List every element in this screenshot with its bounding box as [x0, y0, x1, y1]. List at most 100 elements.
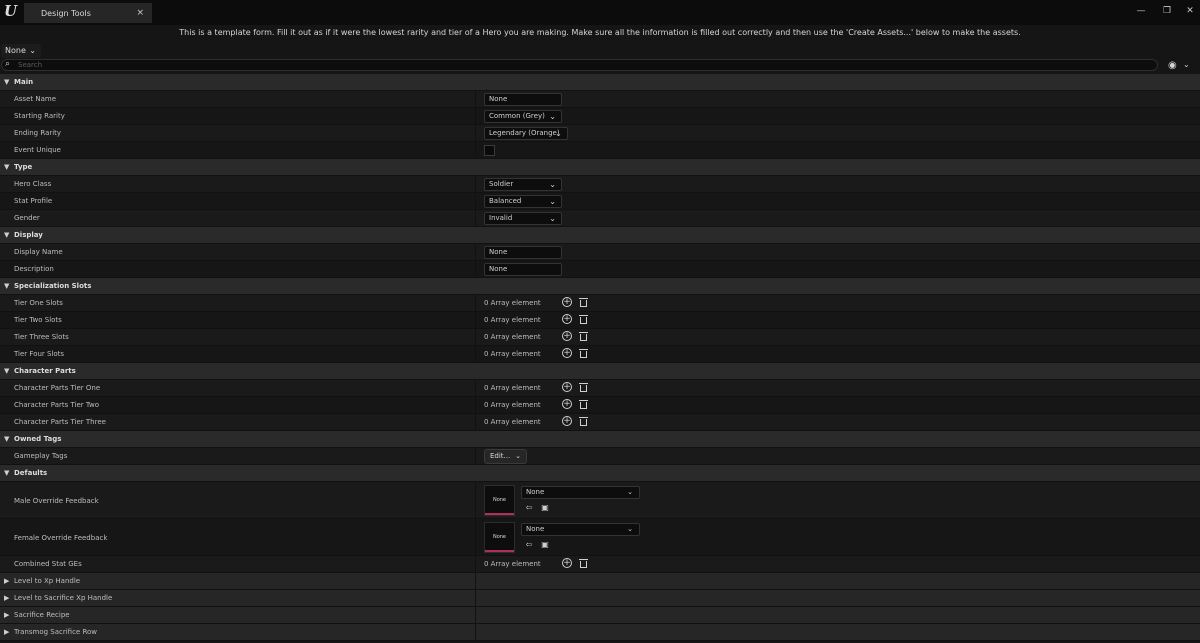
category-defaults[interactable]: ▼ Defaults — [0, 465, 1200, 482]
trash-icon[interactable] — [579, 348, 588, 358]
minimize-button[interactable]: — — [1133, 4, 1149, 18]
property-label: Male Override Feedback — [14, 497, 99, 505]
tab-label: Design Tools — [41, 9, 91, 18]
expand-arrow-icon[interactable]: ▼ — [4, 231, 9, 239]
trash-icon[interactable] — [579, 314, 588, 324]
asset-type-bar — [485, 513, 514, 515]
property-label: Tier Two Slots — [14, 316, 62, 324]
dropdown-value: Invalid — [489, 214, 513, 222]
asset-name-input[interactable]: None — [484, 93, 562, 106]
use-selected-arrow-icon[interactable]: ⇦ — [524, 540, 534, 550]
asset-picker-dropdown[interactable]: None ⌄ — [521, 486, 640, 499]
property-label: Tier Three Slots — [14, 333, 69, 341]
struct-row[interactable]: ▶ Level to Xp Handle — [0, 573, 1200, 590]
browse-folder-icon[interactable]: ▣ — [540, 503, 550, 513]
category-owned-tags[interactable]: ▼ Owned Tags — [0, 431, 1200, 448]
trash-icon[interactable] — [579, 331, 588, 341]
ending-rarity-dropdown[interactable]: Legendary (Orange) ⌄ — [484, 127, 568, 140]
expand-arrow-icon[interactable]: ▶ — [4, 594, 9, 602]
expand-arrow-icon[interactable]: ▼ — [4, 367, 9, 375]
add-element-icon[interactable]: + — [562, 297, 572, 307]
add-element-icon[interactable]: + — [562, 399, 572, 409]
hero-class-dropdown[interactable]: Soldier ⌄ — [484, 178, 562, 191]
asset-picker-dropdown[interactable]: None ⌄ — [521, 523, 640, 536]
struct-row[interactable]: ▶ Sacrifice Recipe — [0, 607, 1200, 624]
filter-combo[interactable]: None ⌄ — [1, 44, 41, 58]
tab-design-tools[interactable]: Design Tools × — [24, 3, 152, 23]
property-label: Ending Rarity — [14, 129, 62, 137]
edit-tags-button[interactable]: Edit... ⌄ — [484, 449, 527, 464]
search-bar[interactable]: ⌕ Search — [1, 59, 1158, 71]
struct-row[interactable]: ▶ Transmog Sacrifice Row — [0, 624, 1200, 641]
browse-folder-icon[interactable]: ▣ — [540, 540, 550, 550]
description-input[interactable]: None — [484, 263, 562, 276]
property-label: Asset Name — [14, 95, 57, 103]
category-display[interactable]: ▼ Display — [0, 227, 1200, 244]
trash-icon[interactable] — [579, 297, 588, 307]
visibility-eye-icon[interactable]: ◉ — [1168, 60, 1177, 71]
add-element-icon[interactable]: + — [562, 382, 572, 392]
search-input[interactable]: Search — [18, 61, 42, 69]
close-tab-icon[interactable]: × — [136, 8, 144, 18]
display-name-input[interactable]: None — [484, 246, 562, 259]
expand-arrow-icon[interactable]: ▼ — [4, 469, 9, 477]
property-row: Starting Rarity Common (Grey) ⌄ — [0, 108, 1200, 125]
category-character-parts[interactable]: ▼ Character Parts — [0, 363, 1200, 380]
trash-icon[interactable] — [579, 416, 588, 426]
property-row: Character Parts Tier Two 0 Array element… — [0, 397, 1200, 414]
property-row: Combined Stat GEs 0 Array element + — [0, 556, 1200, 573]
asset-thumbnail[interactable]: None — [484, 522, 515, 553]
property-row: Female Override Feedback None None ⌄ ⇦ ▣ — [0, 519, 1200, 556]
property-label: Starting Rarity — [14, 112, 65, 120]
chevron-down-icon: ⌄ — [29, 46, 36, 55]
add-element-icon[interactable]: + — [562, 416, 572, 426]
trash-icon[interactable] — [579, 399, 588, 409]
unreal-logo-icon: U — [4, 2, 18, 20]
chevron-down-icon: ⌄ — [555, 129, 562, 138]
property-row: Tier Three Slots 0 Array element + — [0, 329, 1200, 346]
use-selected-arrow-icon[interactable]: ⇦ — [524, 503, 534, 513]
expand-arrow-icon[interactable]: ▶ — [4, 628, 9, 636]
expand-arrow-icon[interactable]: ▼ — [4, 435, 9, 443]
event-unique-checkbox[interactable] — [484, 145, 495, 156]
category-label: Owned Tags — [14, 435, 62, 443]
starting-rarity-dropdown[interactable]: Common (Grey) ⌄ — [484, 110, 562, 123]
visibility-chevron-down-icon[interactable]: ⌄ — [1183, 60, 1190, 69]
property-label: Event Unique — [14, 146, 61, 154]
chevron-down-icon: ⌄ — [549, 180, 556, 189]
property-label: Tier One Slots — [14, 299, 63, 307]
struct-row[interactable]: ▶ Level to Sacrifice Xp Handle — [0, 590, 1200, 607]
trash-icon[interactable] — [579, 558, 588, 568]
expand-arrow-icon[interactable]: ▶ — [4, 577, 9, 585]
category-label: Specialization Slots — [14, 282, 92, 290]
chevron-down-icon: ⌄ — [627, 525, 633, 533]
gender-dropdown[interactable]: Invalid ⌄ — [484, 212, 562, 225]
add-element-icon[interactable]: + — [562, 348, 572, 358]
add-element-icon[interactable]: + — [562, 314, 572, 324]
add-element-icon[interactable]: + — [562, 331, 572, 341]
dropdown-value: Soldier — [489, 180, 514, 188]
property-row: Ending Rarity Legendary (Orange) ⌄ — [0, 125, 1200, 142]
category-main[interactable]: ▼ Main — [0, 74, 1200, 91]
chevron-down-icon: ⌄ — [515, 452, 521, 460]
expand-arrow-icon[interactable]: ▼ — [4, 282, 9, 290]
property-label: Gender — [14, 214, 40, 222]
array-count: 0 Array element — [484, 333, 541, 341]
asset-thumbnail[interactable]: None — [484, 485, 515, 516]
category-specialization-slots[interactable]: ▼ Specialization Slots — [0, 278, 1200, 295]
add-element-icon[interactable]: + — [562, 558, 572, 568]
property-label: Transmog Sacrifice Row — [14, 628, 98, 636]
expand-arrow-icon[interactable]: ▼ — [4, 163, 9, 171]
property-row: Display Name None — [0, 244, 1200, 261]
expand-arrow-icon[interactable]: ▼ — [4, 78, 9, 86]
expand-arrow-icon[interactable]: ▶ — [4, 611, 9, 619]
stat-profile-dropdown[interactable]: Balanced ⌄ — [484, 195, 562, 208]
property-label: Character Parts Tier Two — [14, 401, 100, 409]
instruction-banner: This is a template form. Fill it out as … — [179, 28, 1021, 37]
category-type[interactable]: ▼ Type — [0, 159, 1200, 176]
property-row: Gender Invalid ⌄ — [0, 210, 1200, 227]
trash-icon[interactable] — [579, 382, 588, 392]
property-row: Description None — [0, 261, 1200, 278]
close-window-button[interactable]: ✕ — [1182, 4, 1198, 18]
restore-button[interactable]: ❐ — [1159, 4, 1175, 18]
